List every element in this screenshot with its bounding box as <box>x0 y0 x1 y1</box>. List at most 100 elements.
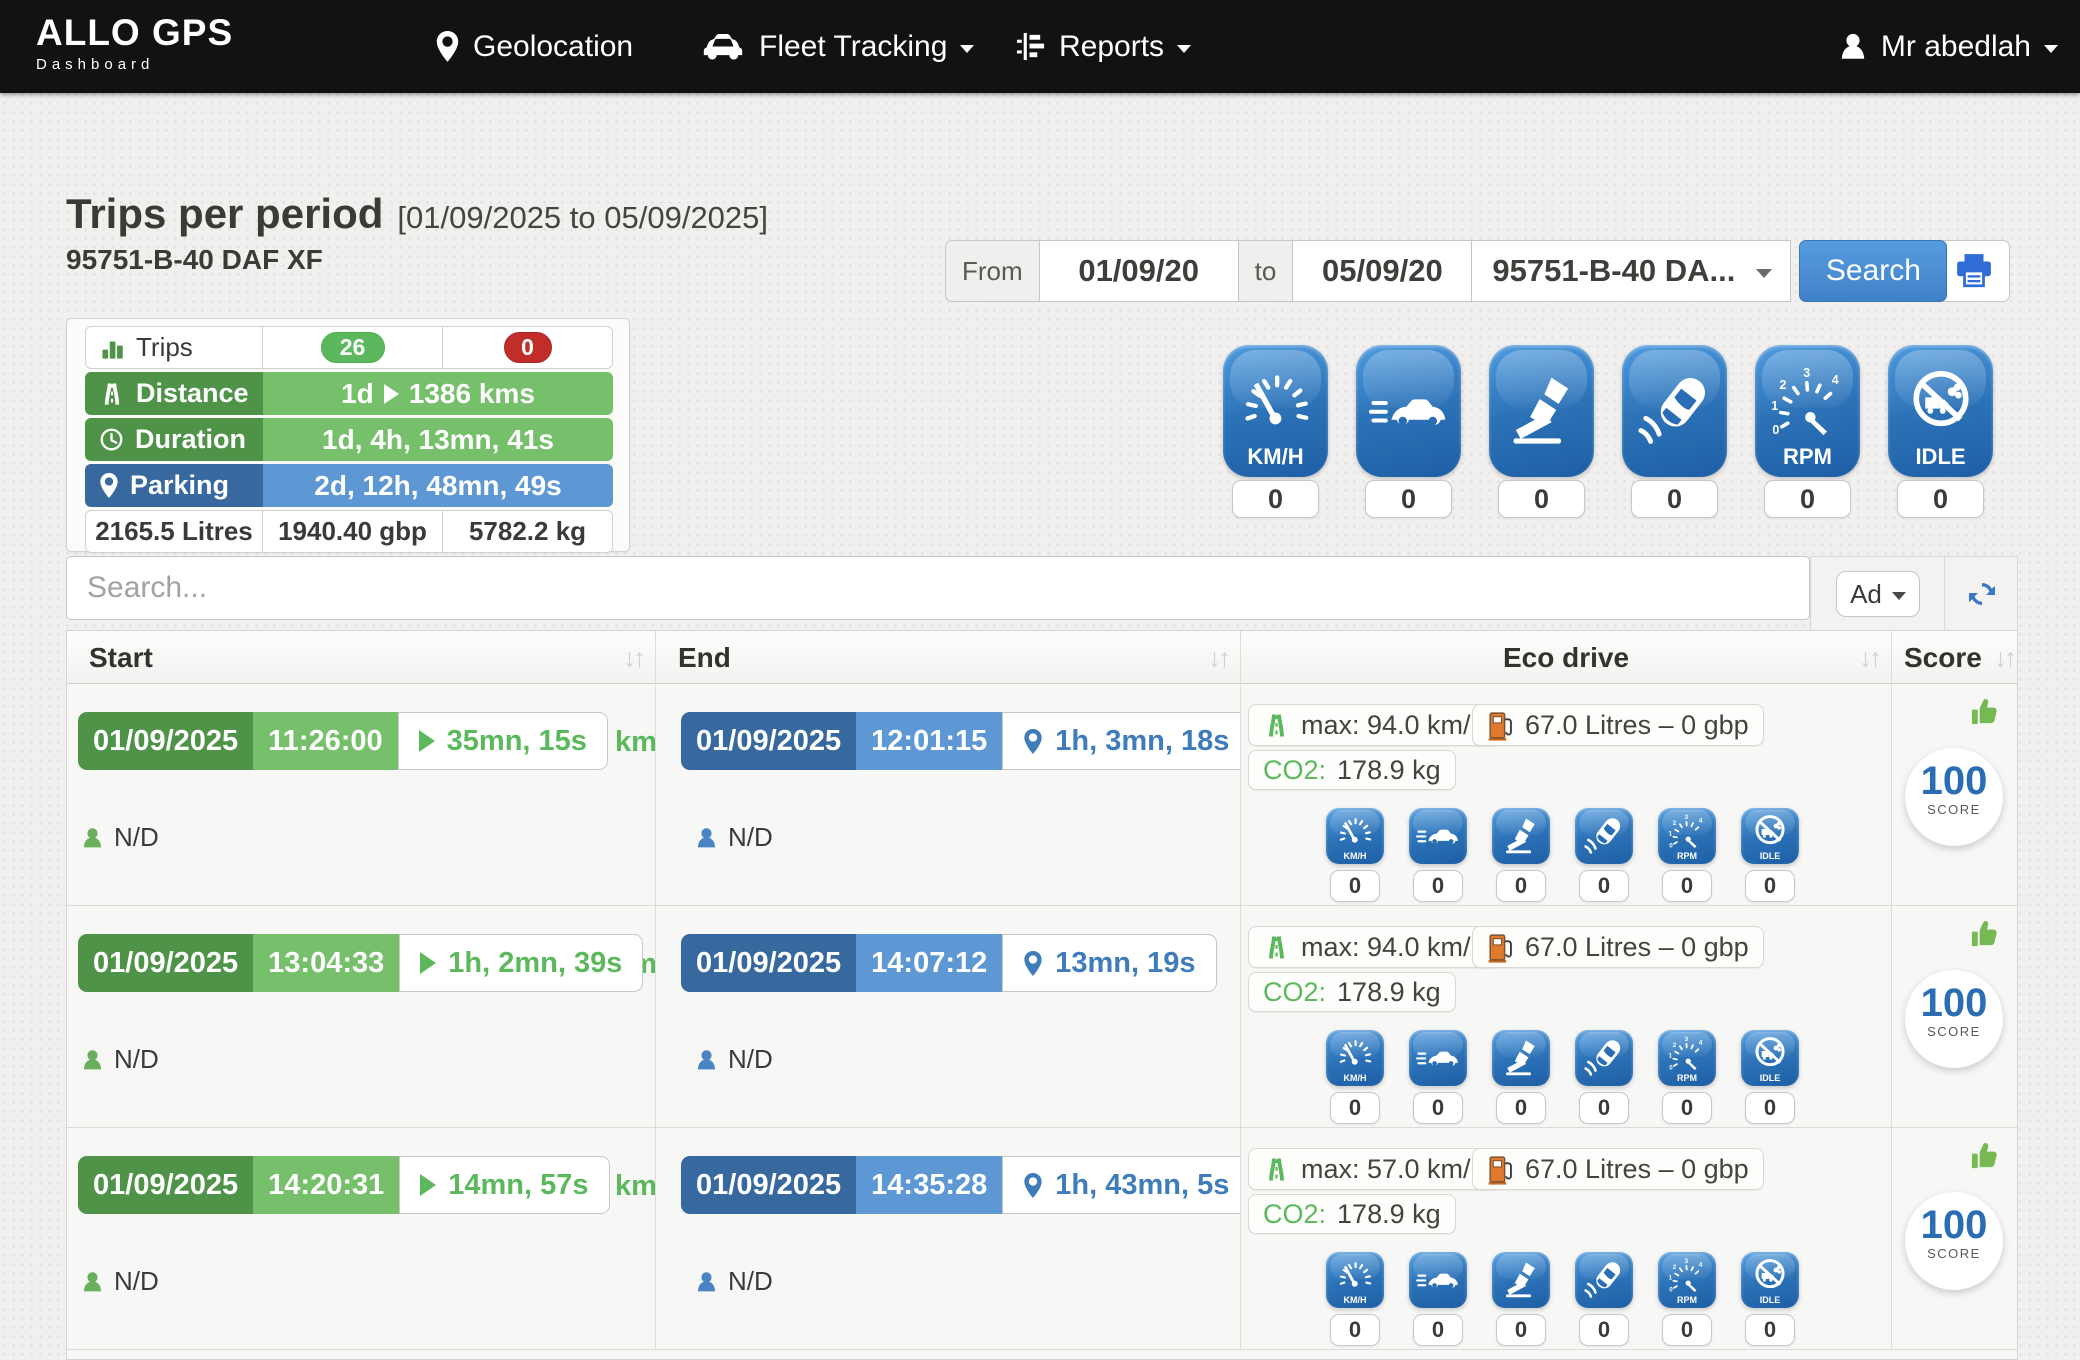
trip-row[interactable]: kms 01/09/2025 13:04:33 1h, 2mn, 39s N/D… <box>67 906 2017 1128</box>
driver-icon <box>695 1048 718 1072</box>
end-driver: N/D <box>695 822 773 853</box>
speeding-tile <box>1409 808 1467 864</box>
speedometer-icon <box>1336 1035 1374 1073</box>
nav-fleet-label: Fleet Tracking <box>759 30 947 64</box>
ad-dropdown-button[interactable]: Ad <box>1836 571 1920 617</box>
speeding-car-icon <box>1416 822 1460 850</box>
no-idle-icon <box>1751 813 1789 851</box>
start-duration: 14mn, 57s <box>448 1169 588 1202</box>
user-menu[interactable]: Mr abedlah <box>1838 0 2058 93</box>
brand-logo[interactable]: ALLO GPS Dashboard <box>36 12 233 73</box>
speeding-car-icon <box>1369 385 1449 437</box>
chevron-down-icon <box>1892 592 1906 600</box>
harsh-braking-tile <box>1489 345 1594 477</box>
score-badge: 100 SCORE <box>1905 748 2003 846</box>
braking-count: 0 <box>1496 1314 1546 1346</box>
end-date: 01/09/2025 <box>681 712 856 770</box>
ad-label: Ad <box>1850 579 1882 610</box>
chevron-down-icon <box>2044 45 2058 53</box>
play-triangle-icon <box>420 952 436 974</box>
driver-icon <box>81 1048 104 1072</box>
harsh-cornering-tile <box>1575 1252 1633 1308</box>
speeding-tile <box>1409 1252 1467 1308</box>
eco-summary-tiles: KM/H RPM IDLE 0 0 0 0 0 0 <box>1223 345 1995 525</box>
idle-tile: IDLE <box>1741 1030 1799 1086</box>
end-duration: 13mn, 19s <box>1055 947 1195 980</box>
nav-fleet-tracking[interactable]: Fleet Tracking <box>700 0 974 93</box>
trips-alert-cell: 0 <box>442 326 613 369</box>
start-cell: kms 01/09/2025 11:26:00 35mn, 15s N/D <box>67 684 655 905</box>
motorway-icon <box>1263 712 1290 739</box>
trips-label-cell: Trips <box>85 326 263 369</box>
search-button[interactable]: Search <box>1799 240 1947 302</box>
start-time: 13:04:33 <box>253 934 399 992</box>
end-pill: 01/09/2025 14:35:28 1h, 43mn, 5s <box>681 1156 1240 1214</box>
end-cell: 01/09/2025 14:35:28 1h, 43mn, 5s N/D <box>655 1128 1240 1349</box>
motorway-icon <box>1263 934 1290 961</box>
end-time: 12:01:15 <box>856 712 1002 770</box>
speed-tile: KM/H <box>1326 1252 1384 1308</box>
start-driver: N/D <box>81 822 159 853</box>
parking-value: 2d, 12h, 48mn, 49s <box>263 464 613 507</box>
co2-pill: CO2:178.9 kg <box>1248 972 1456 1012</box>
location-pin-icon <box>1023 950 1043 977</box>
speeding-count: 0 <box>1413 870 1463 902</box>
duration-value: 1d, 4h, 13mn, 41s <box>263 418 613 461</box>
nav-reports[interactable]: Reports <box>1015 0 1191 93</box>
end-time: 14:07:12 <box>856 934 1002 992</box>
rpm-count: 0 <box>1662 870 1712 902</box>
rpm-tile: RPM <box>1658 1030 1716 1086</box>
sort-icon: ↓↑ <box>1208 642 1228 673</box>
fuel-pump-icon <box>1487 1154 1514 1185</box>
refresh-button[interactable] <box>1966 578 1998 610</box>
eco-mini-tiles: KM/H RPM IDLE 0 0 0 0 0 0 <box>1326 1030 1799 1127</box>
to-date-input[interactable] <box>1292 240 1472 302</box>
rpm-count: 0 <box>1764 480 1851 518</box>
trip-row[interactable]: kms 01/09/2025 14:20:31 14mn, 57s N/D 01… <box>67 1128 2017 1350</box>
sort-icon: ↓↑ <box>1994 642 2014 673</box>
nav-geolocation[interactable]: Geolocation <box>435 0 633 93</box>
start-time: 14:20:31 <box>253 1156 399 1214</box>
header-score[interactable]: Score↓↑ <box>1891 631 2018 684</box>
score-badge: 100 SCORE <box>1905 1192 2003 1290</box>
motorway-icon <box>99 381 125 407</box>
header-start[interactable]: Start↓↑ <box>67 631 655 684</box>
trip-row[interactable]: kms 01/09/2025 11:26:00 35mn, 15s N/D 01… <box>67 684 2017 906</box>
trips-count-badge: 26 <box>321 332 385 363</box>
swerving-car-icon <box>1636 372 1714 450</box>
chevron-down-icon <box>960 45 974 53</box>
no-idle-icon <box>1751 1035 1789 1073</box>
header-eco-drive[interactable]: Eco drive↓↑ <box>1240 631 1891 684</box>
driver-icon <box>695 826 718 850</box>
eco-mini-tiles: KM/H RPM IDLE 0 0 0 0 0 0 <box>1326 1252 1799 1349</box>
braking-count: 0 <box>1498 480 1585 518</box>
rpm-tile: RPM <box>1658 808 1716 864</box>
rpm-tile: RPM <box>1755 345 1860 477</box>
end-duration: 1h, 43mn, 5s <box>1055 1169 1229 1202</box>
braking-count: 0 <box>1496 870 1546 902</box>
brake-pedal-icon <box>1504 373 1580 449</box>
fuel-total: 2165.5 Litres <box>85 510 263 553</box>
next-row-sliver <box>67 1350 2017 1360</box>
from-date-input[interactable] <box>1039 240 1239 302</box>
distance-label-cell: Distance <box>85 372 263 415</box>
vehicle-select[interactable]: 95751-B-40 DA... <box>1471 240 1791 302</box>
printer-icon <box>1955 253 1993 289</box>
end-cell: 01/09/2025 14:07:12 13mn, 19s N/D <box>655 906 1240 1127</box>
search-input[interactable] <box>66 556 1810 620</box>
speed-count: 0 <box>1330 1092 1380 1124</box>
filter-bar: From to 95751-B-40 DA... Search <box>945 240 1947 302</box>
header-end[interactable]: End↓↑ <box>655 631 1240 684</box>
page-title-text: Trips per period <box>66 190 383 237</box>
harsh-cornering-tile <box>1622 345 1727 477</box>
harsh-braking-tile <box>1492 808 1550 864</box>
rpm-count: 0 <box>1662 1092 1712 1124</box>
start-pill: 01/09/2025 13:04:33 1h, 2mn, 39s <box>78 934 643 992</box>
fuel-pill: 67.0 Litres – 0 gbp <box>1472 926 1764 968</box>
end-driver: N/D <box>695 1044 773 1075</box>
to-label: to <box>1238 240 1294 302</box>
trips-table: Start↓↑ End↓↑ Eco drive↓↑ Score↓↑ kms 01… <box>66 630 2018 1360</box>
print-button[interactable] <box>1938 240 2010 302</box>
rpm-gauge-icon <box>1668 1035 1706 1073</box>
end-duration: 1h, 3mn, 18s <box>1055 725 1229 758</box>
